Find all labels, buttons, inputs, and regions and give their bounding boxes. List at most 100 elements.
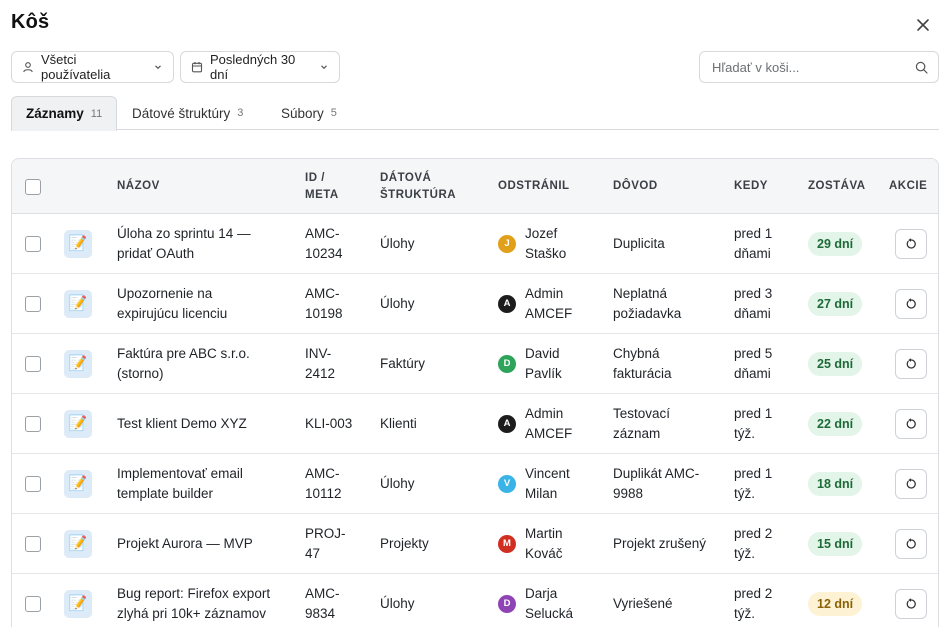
- restore-button[interactable]: [895, 349, 927, 379]
- removed-when: pred 2 týž.: [734, 526, 773, 561]
- restore-button[interactable]: [895, 289, 927, 319]
- memo-icon: 📝: [64, 230, 92, 258]
- row-checkbox[interactable]: [25, 236, 41, 252]
- row-checkbox[interactable]: [25, 356, 41, 372]
- record-id: AMC- 10234: [305, 226, 343, 261]
- memo-icon: 📝: [64, 410, 92, 438]
- col-actions: AKCIE: [889, 180, 928, 193]
- record-structure: Úlohy: [380, 596, 415, 612]
- record-id: INV- 2412: [305, 346, 336, 381]
- record-structure: Klienti: [380, 416, 417, 432]
- table-row[interactable]: 📝 Projekt Aurora — MVP PROJ- 47 Projekty …: [12, 514, 938, 574]
- memo-icon: 📝: [64, 530, 92, 558]
- record-structure: Faktúry: [380, 356, 426, 372]
- removed-by-name: Martin Kováč: [525, 526, 563, 561]
- col-remaining[interactable]: ZOSTÁVA: [808, 159, 866, 214]
- remaining-badge: 12 dní: [808, 592, 863, 616]
- table-row[interactable]: 📝 Úloha zo sprintu 14 — pridať OAuth AMC-…: [12, 214, 938, 274]
- avatar: D: [498, 595, 516, 613]
- tab-count: 5: [330, 107, 337, 119]
- record-name: Implementovať email template builder: [117, 466, 243, 501]
- record-structure: Úlohy: [380, 476, 415, 492]
- removal-reason: Testovací záznam: [613, 406, 671, 441]
- removed-by-name: Jozef Staško: [525, 226, 567, 261]
- remaining-badge: 27 dní: [808, 292, 863, 316]
- tab-count: 11: [90, 107, 103, 120]
- record-name: Test klient Demo XYZ: [117, 416, 247, 432]
- remaining-badge: 15 dní: [808, 532, 863, 556]
- restore-button[interactable]: [895, 409, 927, 439]
- search-box: [699, 51, 939, 83]
- col-id[interactable]: ID / META: [305, 159, 339, 214]
- memo-icon: 📝: [64, 470, 92, 498]
- row-checkbox[interactable]: [25, 296, 41, 312]
- tab-data-structures[interactable]: Dátové štruktúry 3: [118, 96, 257, 130]
- restore-button[interactable]: [895, 229, 927, 259]
- remaining-badge: 25 dní: [808, 352, 863, 376]
- tab-files[interactable]: Súbory 5: [267, 96, 351, 130]
- remaining-badge: 18 dní: [808, 472, 863, 496]
- restore-icon: [906, 598, 916, 609]
- removal-reason: Chybná fakturácia: [613, 346, 672, 381]
- table-row[interactable]: 📝 Implementovať email template builder AM…: [12, 454, 938, 514]
- removed-by: M Martin Kováč: [498, 514, 563, 574]
- row-checkbox[interactable]: [25, 596, 41, 612]
- close-icon[interactable]: [913, 15, 933, 35]
- remaining-badge: 22 dní: [808, 412, 863, 436]
- record-id: AMC- 10112: [305, 466, 342, 501]
- table-row[interactable]: 📝 Test klient Demo XYZ KLI-003 Klienti A…: [12, 394, 938, 454]
- record-name: Úloha zo sprintu 14 — pridať OAuth: [117, 226, 251, 261]
- restore-button[interactable]: [895, 469, 927, 499]
- removed-by-name: Admin AMCEF: [525, 406, 573, 441]
- trash-table: NÁZOV ID / META DÁTOVÁ ŠTRUKTÚRA ODSTRÁNIL…: [11, 158, 939, 627]
- restore-button[interactable]: [895, 529, 927, 559]
- col-removed-by[interactable]: ODSTRÁNIL: [498, 159, 570, 214]
- removed-by-name: Vincent Milan: [525, 466, 570, 501]
- col-when[interactable]: KEDY: [734, 159, 768, 214]
- users-filter-dropdown[interactable]: Všetci používatelia: [11, 51, 174, 83]
- col-reason[interactable]: DÔVOD: [613, 159, 658, 214]
- avatar: A: [498, 295, 516, 313]
- removed-when: pred 1 týž.: [734, 466, 773, 501]
- removed-by-name: David Pavlík: [525, 346, 562, 381]
- tab-label: Dátové štruktúry: [132, 105, 231, 121]
- removed-by-name: Admin AMCEF: [525, 286, 573, 321]
- period-filter-dropdown[interactable]: Posledných 30 dní: [180, 51, 340, 83]
- record-structure: Úlohy: [380, 236, 415, 252]
- removed-by: D David Pavlík: [498, 334, 562, 394]
- row-checkbox[interactable]: [25, 476, 41, 492]
- tab-label: Záznamy: [26, 106, 84, 121]
- removed-by: A Admin AMCEF: [498, 274, 572, 334]
- record-structure: Projekty: [380, 536, 429, 552]
- col-name[interactable]: NÁZOV: [117, 159, 160, 214]
- restore-button[interactable]: [895, 589, 927, 619]
- restore-icon: [906, 538, 916, 549]
- avatar: A: [498, 415, 516, 433]
- chevron-down-icon: [155, 65, 161, 70]
- avatar: V: [498, 475, 516, 493]
- users-filter-label: Všetci používatelia: [41, 52, 111, 82]
- table-row[interactable]: 📝 Faktúra pre ABC s.r.o. (storno) INV- 241…: [12, 334, 938, 394]
- row-checkbox[interactable]: [25, 536, 41, 552]
- search-input[interactable]: [712, 59, 915, 75]
- restore-icon: [906, 358, 916, 369]
- avatar: M: [498, 535, 516, 553]
- removed-when: pred 2 týž.: [734, 586, 773, 621]
- record-id: AMC- 9834: [305, 586, 340, 621]
- avatar: J: [498, 235, 516, 253]
- record-id: AMC- 10198: [305, 286, 343, 321]
- removed-by: V Vincent Milan: [498, 454, 570, 514]
- removed-when: pred 1 týž.: [734, 406, 773, 441]
- removal-reason: Duplikát AMC- 9988: [613, 466, 700, 501]
- memo-icon: 📝: [64, 590, 92, 618]
- removal-reason: Projekt zrušený: [613, 536, 707, 552]
- tab-label: Súbory: [281, 105, 324, 121]
- col-structure[interactable]: DÁTOVÁ ŠTRUKTÚRA: [380, 159, 456, 214]
- table-row[interactable]: 📝 Upozornenie na expirujúcu licenciu AMC-…: [12, 274, 938, 334]
- row-checkbox[interactable]: [25, 416, 41, 432]
- search-icon[interactable]: [915, 61, 928, 74]
- table-row[interactable]: 📝 Bug report: Firefox export zlyhá pri 10…: [12, 574, 938, 627]
- select-all-checkbox[interactable]: [25, 178, 41, 195]
- record-id: PROJ- 47: [305, 526, 346, 561]
- tab-records[interactable]: Záznamy 11: [11, 96, 118, 131]
